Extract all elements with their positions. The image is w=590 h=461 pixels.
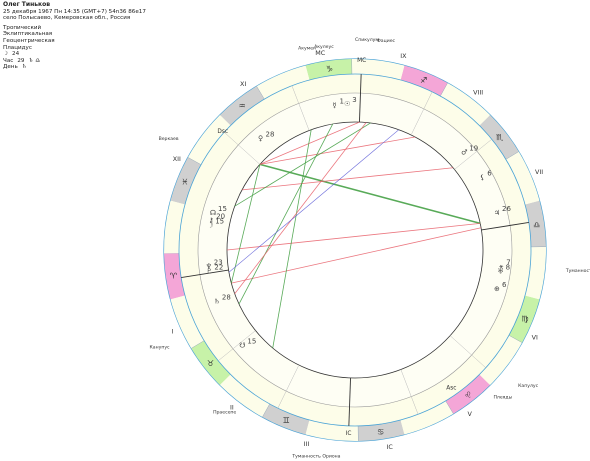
house-label: IX xyxy=(400,52,407,60)
house-label: V xyxy=(468,410,473,418)
star-label: Капулус xyxy=(518,383,538,389)
sun-glyph: ☉ xyxy=(344,100,350,108)
angle-label-mc: MC xyxy=(357,58,366,64)
star-label: Спикулум xyxy=(355,37,379,43)
south-node-degree: 15 xyxy=(247,337,256,345)
pars-glyph: ⊕ xyxy=(494,285,500,293)
chiron-glyph: ⚷ xyxy=(209,216,214,224)
saturn-degree: 28 xyxy=(222,293,231,301)
lilith-glyph: ⚸ xyxy=(480,174,485,182)
zodiac-sign-glyph: ♉ xyxy=(207,359,214,368)
zodiac-sign-glyph: ♎ xyxy=(533,220,540,229)
mercury-glyph: ☿ xyxy=(332,101,336,109)
star-label: Туманность Ориона xyxy=(291,453,340,459)
house-label: IC xyxy=(387,443,394,451)
mars-degree: 19 xyxy=(469,145,478,153)
house-label: I xyxy=(171,327,173,335)
house-label: XI xyxy=(240,80,246,88)
zodiac-sign-glyph: ♍ xyxy=(522,315,529,324)
angle-label-ic: IC xyxy=(346,431,352,437)
zodiac-sign-glyph: ♌ xyxy=(464,391,471,400)
angle-label-dsc: Dsc xyxy=(217,129,228,135)
jupiter-degree: 26 xyxy=(502,205,511,213)
chiron-degree: 20 xyxy=(216,212,225,220)
zodiac-sign-glyph: ♓ xyxy=(181,177,188,186)
angle-label-asc: Asc xyxy=(446,386,456,392)
house-label: MC xyxy=(315,49,326,57)
zodiac-sign-glyph: ♈ xyxy=(170,272,177,281)
saturn-glyph: ♄ xyxy=(214,297,220,305)
house-label: III xyxy=(304,440,310,448)
star-label: Плеяды xyxy=(493,394,512,400)
star-label: Туманность Андромеды xyxy=(565,268,590,274)
venus-glyph: ♀ xyxy=(258,134,263,142)
natal-chart-wheel: ♈♉♊♋♌♍♎♏♐♑♒♓ IIIIII ICVVIVIIVIIIIXMCXIXII… xyxy=(150,37,590,459)
inner-circle xyxy=(226,121,484,379)
zodiac-sign-glyph: ♑ xyxy=(326,64,333,73)
house-label: VIII xyxy=(473,88,483,96)
zodiac-sign-glyph: ♏ xyxy=(496,133,504,142)
south-node-glyph: ☋ xyxy=(239,341,245,349)
house-label: VII xyxy=(535,168,543,176)
star-label: Канупус xyxy=(150,345,171,351)
venus-degree: 28 xyxy=(266,130,275,138)
jupiter-glyph: ♃ xyxy=(494,209,500,217)
neptune-degree: 23 xyxy=(214,258,223,266)
pars-degree: 6 xyxy=(502,281,507,289)
house-label: VI xyxy=(532,334,538,342)
lilith-degree: 6 xyxy=(487,170,492,178)
star-label: Веркаев xyxy=(159,136,179,142)
mars-glyph: ♂ xyxy=(461,149,467,157)
zodiac-sign-glyph: ♒ xyxy=(238,101,245,110)
sun-degree: 3 xyxy=(352,96,356,104)
star-label: Акумен xyxy=(298,46,316,52)
star-label: Праесепе xyxy=(213,409,236,415)
zodiac-sign-glyph: ♐ xyxy=(420,76,427,85)
star-label: Акулеус xyxy=(314,44,334,50)
zodiac-sign-glyph: ♋ xyxy=(377,428,384,437)
zodiac-sign-glyph: ♊ xyxy=(283,416,290,425)
house-label: XII xyxy=(173,155,181,163)
neptune-glyph: ♆ xyxy=(206,262,212,270)
selena-degree: 7 xyxy=(506,258,510,266)
star-label: Фациес xyxy=(377,38,396,44)
